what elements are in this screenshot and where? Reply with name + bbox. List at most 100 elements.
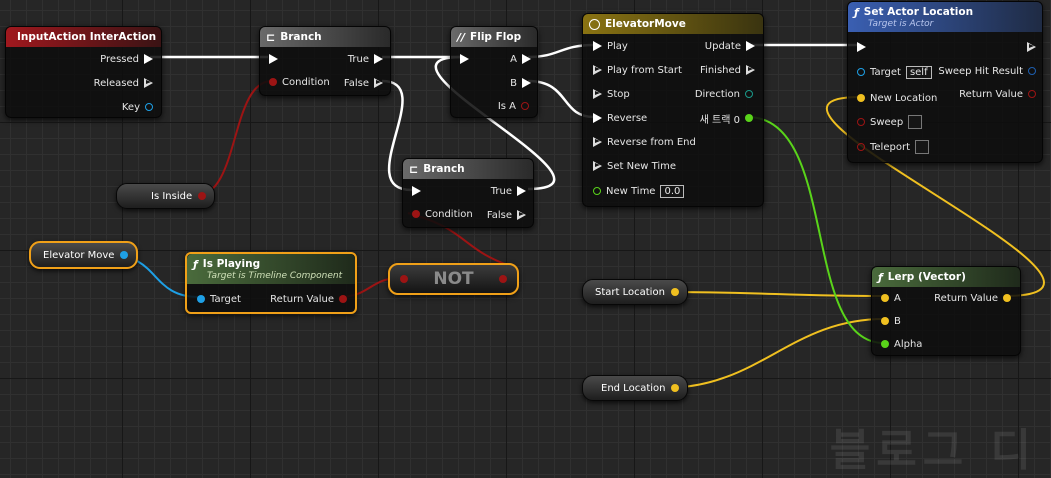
condition-pin[interactable]: Condition — [412, 207, 473, 221]
elevator-move-variable[interactable]: Elevator Move — [29, 241, 139, 269]
not-input-pin[interactable] — [400, 275, 408, 283]
float-pin-icon[interactable] — [881, 340, 889, 348]
return-value-pin[interactable]: Return Value — [270, 292, 347, 306]
return-value-pin[interactable]: Return Value — [934, 291, 1011, 305]
exec-pin-icon[interactable] — [460, 54, 469, 64]
is-a-pin[interactable]: Is A — [498, 99, 529, 113]
vector-pin-icon[interactable] — [671, 384, 680, 392]
pressed-pin[interactable]: Pressed — [100, 52, 153, 66]
exec-pin-icon[interactable] — [746, 65, 755, 75]
exec-in-pin[interactable] — [857, 40, 866, 54]
lerp-node[interactable]: ƒ Lerp (Vector) A B Alpha Return Value — [871, 266, 1021, 356]
struct-pin-icon[interactable] — [1028, 67, 1036, 75]
bool-pin-icon[interactable] — [412, 210, 420, 218]
b-pin[interactable]: B — [881, 314, 901, 328]
play-pin[interactable]: Play — [593, 39, 628, 53]
exec-pin-icon[interactable] — [144, 78, 153, 88]
false-pin[interactable]: False — [344, 76, 383, 90]
bool-pin-icon[interactable] — [198, 192, 207, 200]
end-location-variable[interactable]: End Location — [582, 375, 689, 401]
bool-pin-icon[interactable] — [1028, 90, 1036, 98]
bool-pin-icon[interactable] — [521, 102, 529, 110]
a-pin[interactable]: A — [510, 52, 531, 66]
vector-pin-icon[interactable] — [881, 317, 889, 325]
new-time-pin[interactable]: New Time 0.0 — [593, 184, 685, 198]
exec-pin-icon[interactable] — [269, 54, 278, 64]
timeline-header[interactable]: ElevatorMove — [583, 14, 763, 34]
exec-pin-icon[interactable] — [593, 89, 602, 99]
update-pin[interactable]: Update — [705, 39, 755, 53]
bool-pin-icon[interactable] — [857, 143, 865, 151]
finished-pin[interactable]: Finished — [700, 63, 755, 77]
key-pin[interactable]: Key — [122, 100, 153, 114]
object-pin-icon[interactable] — [197, 295, 205, 303]
sweep-hit-result-pin[interactable]: Sweep Hit Result — [938, 64, 1036, 78]
exec-in-pin[interactable] — [460, 52, 469, 66]
exec-in-pin[interactable] — [412, 184, 421, 198]
vector-pin-icon[interactable] — [670, 288, 679, 296]
lerp-header[interactable]: ƒ Lerp (Vector) — [872, 267, 1020, 287]
released-pin[interactable]: Released — [94, 76, 153, 90]
exec-pin-icon[interactable] — [144, 54, 153, 64]
is-playing-node[interactable]: ƒ Is Playing Target is Timeline Componen… — [185, 252, 357, 314]
stop-pin[interactable]: Stop — [593, 87, 630, 101]
return-value-pin[interactable]: Return Value — [959, 87, 1036, 101]
enum-pin-icon[interactable] — [745, 90, 753, 98]
branch-node-2[interactable]: ⊏ Branch True False Condition — [402, 158, 534, 228]
teleport-checkbox[interactable] — [915, 140, 929, 154]
is-playing-header[interactable]: ƒ Is Playing Target is Timeline Componen… — [187, 254, 355, 284]
flipflop-node[interactable]: // Flip Flop A B Is A — [450, 26, 538, 118]
exec-pin-icon[interactable] — [593, 137, 602, 147]
exec-pin-icon[interactable] — [593, 161, 602, 171]
vector-pin-icon[interactable] — [881, 294, 889, 302]
exec-pin-icon[interactable] — [593, 113, 602, 123]
input-action-node[interactable]: InputAction InterAction Pressed Released… — [5, 26, 162, 118]
sweep-pin[interactable]: Sweep — [857, 115, 923, 129]
direction-pin[interactable]: Direction — [695, 87, 753, 101]
object-pin-icon[interactable] — [857, 68, 865, 76]
input-action-header[interactable]: InputAction InterAction — [6, 27, 161, 47]
is-inside-variable[interactable]: Is Inside — [116, 183, 216, 209]
exec-pin-icon[interactable] — [593, 65, 602, 75]
not-output-pin[interactable] — [499, 275, 507, 283]
bool-pin-icon[interactable] — [269, 78, 277, 86]
exec-pin-icon[interactable] — [412, 186, 421, 196]
not-node[interactable]: NOT — [388, 263, 519, 295]
condition-pin[interactable]: Condition — [269, 75, 330, 89]
exec-pin-icon[interactable] — [517, 186, 526, 196]
target-self-field[interactable]: self — [905, 65, 932, 79]
set-new-time-pin[interactable]: Set New Time — [593, 159, 676, 173]
true-pin[interactable]: True — [348, 52, 383, 66]
exec-pin-icon[interactable] — [374, 78, 383, 88]
float-pin-icon[interactable] — [593, 187, 601, 195]
sweep-checkbox[interactable] — [908, 115, 923, 129]
timeline-node[interactable]: ElevatorMove Play Play from Start Stop R… — [582, 13, 764, 207]
start-location-variable[interactable]: Start Location — [582, 279, 688, 305]
false-pin[interactable]: False — [487, 208, 526, 222]
vector-pin-icon[interactable] — [857, 94, 865, 102]
alpha-pin[interactable]: Alpha — [881, 337, 922, 351]
exec-pin-icon[interactable] — [517, 210, 526, 220]
object-pin-icon[interactable] — [120, 251, 129, 259]
exec-in-pin[interactable] — [269, 52, 278, 66]
reverse-pin[interactable]: Reverse — [593, 111, 647, 125]
exec-pin-icon[interactable] — [746, 41, 755, 51]
branch-header[interactable]: ⊏ Branch — [403, 159, 533, 179]
exec-pin-icon[interactable] — [593, 41, 602, 51]
branch-header[interactable]: ⊏ Branch — [260, 27, 390, 47]
new-time-value-field[interactable]: 0.0 — [660, 184, 685, 198]
exec-out-pin[interactable] — [1027, 40, 1036, 54]
set-actor-location-node[interactable]: ƒ Set Actor Location Target is Actor Tar… — [847, 1, 1043, 163]
flipflop-header[interactable]: // Flip Flop — [451, 27, 537, 47]
struct-pin-icon[interactable] — [145, 103, 153, 111]
branch-node-1[interactable]: ⊏ Branch True False Condition — [259, 26, 391, 96]
exec-pin-icon[interactable] — [374, 54, 383, 64]
play-from-start-pin[interactable]: Play from Start — [593, 63, 682, 77]
target-pin[interactable]: Target self — [857, 65, 932, 79]
bool-pin-icon[interactable] — [339, 295, 347, 303]
set-actor-location-header[interactable]: ƒ Set Actor Location Target is Actor — [848, 2, 1042, 32]
bool-pin-icon[interactable] — [857, 118, 865, 126]
target-pin[interactable]: Target — [197, 292, 241, 306]
teleport-pin[interactable]: Teleport — [857, 140, 929, 154]
exec-pin-icon[interactable] — [857, 42, 866, 52]
